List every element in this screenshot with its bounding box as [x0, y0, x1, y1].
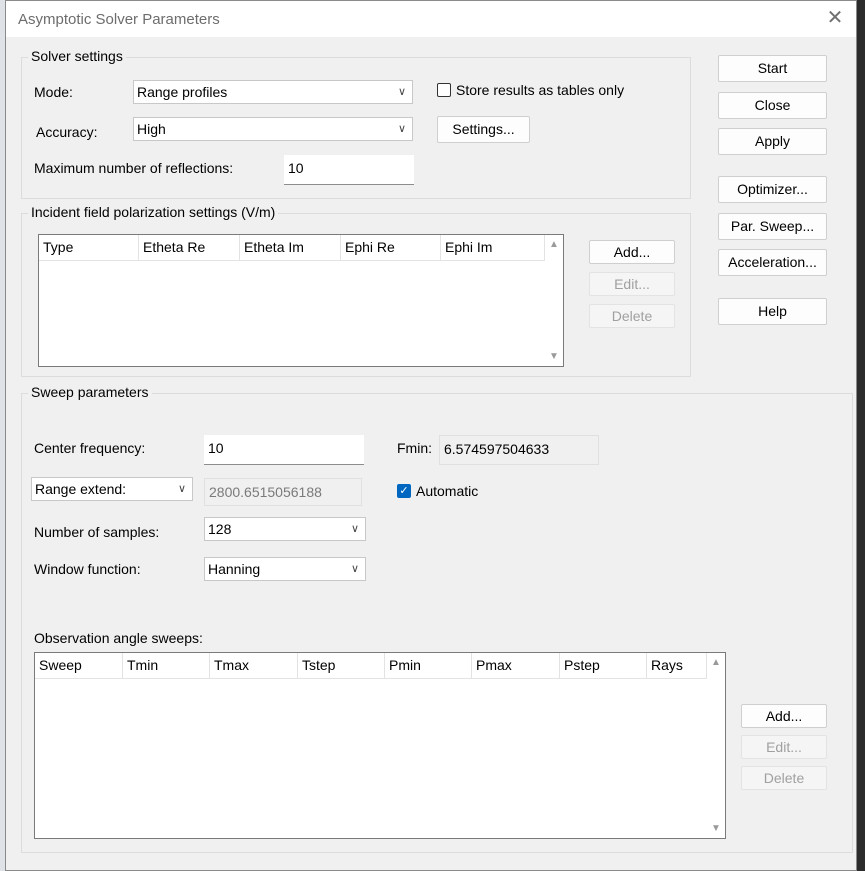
observation-angle-table[interactable]: Sweep Tmin Tmax Tstep Pmin Pmax Pstep Ra…	[34, 652, 726, 839]
scrollbar[interactable]: ▲ ▼	[707, 653, 725, 838]
scroll-up-icon[interactable]: ▲	[549, 239, 559, 250]
accuracy-value: High	[137, 121, 166, 137]
window-function-dropdown[interactable]: Hanning ∨	[204, 557, 366, 581]
apply-button[interactable]: Apply	[718, 128, 827, 155]
max-reflections-input[interactable]: 10	[284, 155, 414, 185]
scroll-up-icon[interactable]: ▲	[711, 657, 721, 668]
sweep-delete-button[interactable]: Delete	[741, 766, 827, 790]
mode-label: Mode:	[34, 84, 73, 100]
column-header-ephi-re[interactable]: Ephi Re	[341, 235, 441, 261]
start-button[interactable]: Start	[718, 55, 827, 82]
polarization-edit-button[interactable]: Edit...	[589, 272, 675, 296]
column-header-tmax[interactable]: Tmax	[210, 653, 298, 679]
acceleration-button[interactable]: Acceleration...	[718, 249, 827, 276]
range-extend-value: 2800.6515056188	[204, 478, 362, 506]
sweep-add-button[interactable]: Add...	[741, 704, 827, 728]
fmin-value: 6.574597504633	[439, 435, 599, 465]
scroll-down-icon[interactable]: ▼	[711, 823, 721, 834]
accuracy-dropdown[interactable]: High ∨	[133, 117, 413, 141]
chevron-down-icon: ∨	[397, 86, 406, 98]
group-title: Incident field polarization settings (V/…	[28, 204, 279, 220]
column-header-sweep[interactable]: Sweep	[35, 653, 123, 679]
column-header-type[interactable]: Type	[39, 235, 139, 261]
polarization-add-button[interactable]: Add...	[589, 240, 675, 264]
close-icon[interactable]: ✕	[824, 7, 846, 29]
optimizer-button[interactable]: Optimizer...	[718, 176, 827, 203]
title-bar: Asymptotic Solver Parameters ✕	[6, 1, 856, 37]
solver-parameters-dialog: Asymptotic Solver Parameters ✕ Solver se…	[5, 0, 857, 871]
max-reflections-label: Maximum number of reflections:	[34, 160, 234, 176]
polarization-delete-button[interactable]: Delete	[589, 304, 675, 328]
chevron-down-icon: ∨	[177, 483, 186, 495]
column-header-pmin[interactable]: Pmin	[385, 653, 472, 679]
number-of-samples-label: Number of samples:	[34, 524, 160, 540]
help-button[interactable]: Help	[718, 298, 827, 325]
group-title: Solver settings	[28, 48, 126, 64]
center-frequency-label: Center frequency:	[34, 440, 146, 456]
chevron-down-icon: ∨	[350, 523, 359, 535]
check-icon: ✓	[399, 485, 409, 497]
center-frequency-input[interactable]: 10	[204, 435, 364, 465]
chevron-down-icon: ∨	[397, 123, 406, 135]
group-title: Sweep parameters	[28, 384, 152, 400]
accuracy-label: Accuracy:	[36, 124, 98, 140]
store-results-checkbox[interactable]	[437, 83, 451, 97]
mode-value: Range profiles	[137, 84, 228, 100]
chevron-down-icon: ∨	[350, 563, 359, 575]
window-function-label: Window function:	[34, 561, 141, 577]
number-of-samples-value: 128	[208, 521, 232, 537]
table-header: Type Etheta Re Etheta Im Ephi Re Ephi Im	[39, 235, 545, 261]
observation-angle-label: Observation angle sweeps:	[34, 630, 203, 646]
settings-button[interactable]: Settings...	[437, 116, 530, 143]
number-of-samples-dropdown[interactable]: 128 ∨	[204, 517, 366, 541]
window-function-value: Hanning	[208, 561, 261, 577]
column-header-pmax[interactable]: Pmax	[472, 653, 560, 679]
range-extend-option: Range extend:	[35, 481, 127, 497]
close-button[interactable]: Close	[718, 92, 827, 119]
table-header: Sweep Tmin Tmax Tstep Pmin Pmax Pstep Ra…	[35, 653, 707, 679]
background-window-edge-right	[857, 0, 865, 871]
column-header-tstep[interactable]: Tstep	[298, 653, 385, 679]
scroll-down-icon[interactable]: ▼	[549, 351, 559, 362]
automatic-checkbox[interactable]: ✓	[397, 484, 411, 498]
par-sweep-button[interactable]: Par. Sweep...	[718, 213, 827, 240]
column-header-pstep[interactable]: Pstep	[560, 653, 647, 679]
polarization-table[interactable]: Type Etheta Re Etheta Im Ephi Re Ephi Im…	[38, 234, 564, 367]
column-header-etheta-im[interactable]: Etheta Im	[240, 235, 341, 261]
window-title: Asymptotic Solver Parameters	[18, 11, 220, 28]
automatic-label: Automatic	[416, 483, 479, 499]
store-results-label: Store results as tables only	[456, 82, 625, 98]
scrollbar[interactable]: ▲ ▼	[545, 235, 563, 366]
sweep-edit-button[interactable]: Edit...	[741, 735, 827, 759]
mode-dropdown[interactable]: Range profiles ∨	[133, 80, 413, 104]
column-header-rays[interactable]: Rays	[647, 653, 707, 679]
range-extend-dropdown[interactable]: Range extend: ∨	[31, 477, 193, 501]
column-header-tmin[interactable]: Tmin	[123, 653, 210, 679]
column-header-ephi-im[interactable]: Ephi Im	[441, 235, 545, 261]
fmin-label: Fmin:	[397, 440, 432, 456]
column-header-etheta-re[interactable]: Etheta Re	[139, 235, 240, 261]
